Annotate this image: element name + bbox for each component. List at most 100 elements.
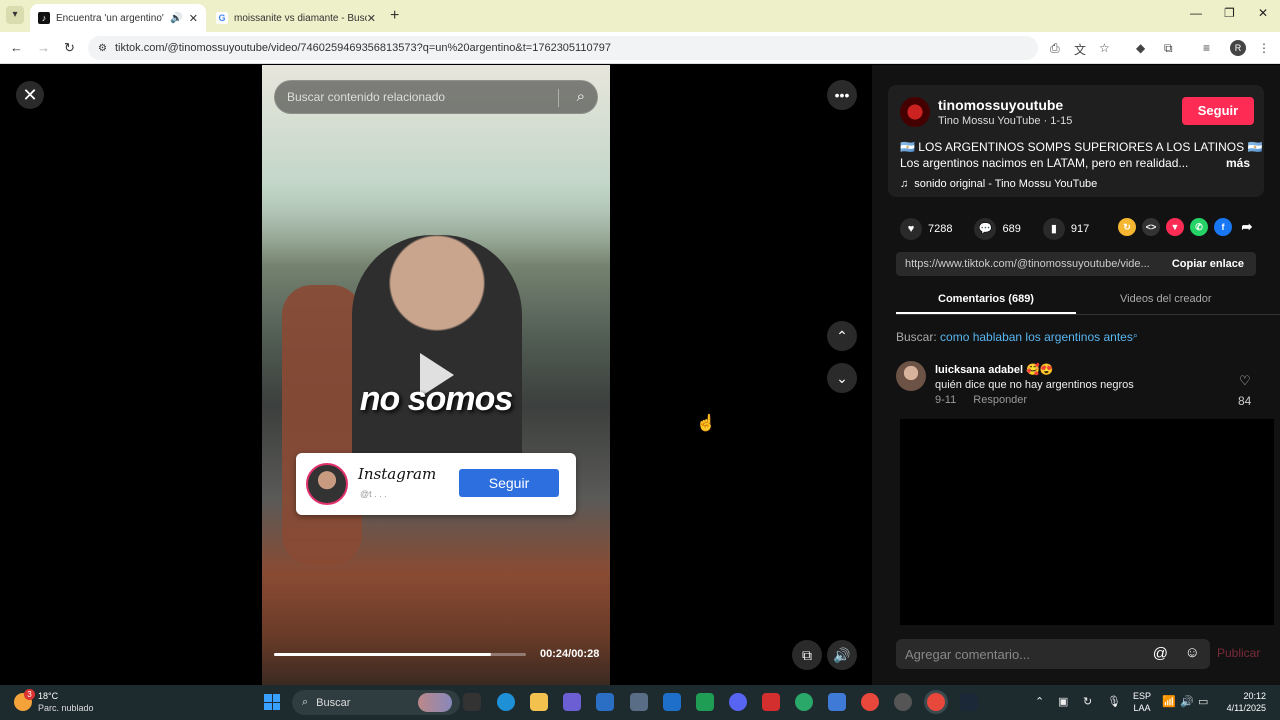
- reload-icon[interactable]: ↻: [64, 40, 75, 56]
- search-suggestion[interactable]: Buscar: como hablaban los argentinos ant…: [896, 330, 1138, 344]
- wifi-icon[interactable]: 📶: [1162, 695, 1176, 708]
- comment-text: quién dice que no hay argentinos negros: [935, 379, 1134, 391]
- comment-heart-icon[interactable]: ♡: [1239, 373, 1251, 389]
- taskbar-search[interactable]: ⌕ Buscar: [292, 690, 460, 715]
- chrome-icon[interactable]: [861, 693, 879, 711]
- search-term[interactable]: como hablaban los argentinos antes: [940, 330, 1133, 344]
- tab-comments[interactable]: Comentarios (689): [938, 293, 1034, 305]
- mention-icon[interactable]: @: [1153, 645, 1168, 662]
- video-player[interactable]: Buscar contenido relacionado ⌕ no somos …: [262, 65, 610, 685]
- close-video-button[interactable]: ✕: [16, 81, 44, 109]
- maximize-icon[interactable]: ❐: [1224, 6, 1235, 20]
- store-icon[interactable]: [596, 693, 614, 711]
- minimize-icon[interactable]: —: [1190, 6, 1202, 20]
- previous-video-icon[interactable]: ⌃: [827, 321, 857, 351]
- language-indicator[interactable]: ESP LAA: [1133, 690, 1151, 714]
- more-options-icon[interactable]: •••: [827, 80, 857, 110]
- system-clock[interactable]: 20:12 4/11/2025: [1206, 690, 1266, 714]
- creator-name[interactable]: tinomossuyoutube: [938, 97, 1063, 113]
- comment-button[interactable]: 💬 689: [974, 218, 1021, 240]
- pip-icon[interactable]: ⧉: [792, 640, 822, 670]
- search-highlight-icon: [418, 693, 452, 712]
- tray-sync-icon[interactable]: ↻: [1083, 695, 1092, 708]
- share-link-row: https://www.tiktok.com/@tinomossuyoutube…: [896, 252, 1256, 276]
- sound-link[interactable]: ♫ sonido original - Tino Mossu YouTube: [900, 178, 1097, 190]
- comments-loading-area: [900, 419, 1274, 625]
- forward-icon[interactable]: →: [37, 40, 50, 55]
- send-icon[interactable]: ▼: [1166, 218, 1184, 236]
- translate-icon[interactable]: 文: [1074, 41, 1086, 58]
- profile-avatar[interactable]: R: [1230, 40, 1246, 56]
- extensions-puzzle-icon[interactable]: ⧉: [1164, 41, 1173, 56]
- reply-button[interactable]: Responder: [973, 394, 1027, 406]
- comment-user[interactable]: luicksana adabel 🥰😍: [935, 363, 1054, 376]
- publish-button[interactable]: Publicar: [1217, 646, 1260, 660]
- description-line-2: Los argentinos nacimos en LATAM, pero en…: [900, 156, 1189, 170]
- search-icon[interactable]: ⌕: [577, 88, 585, 105]
- facebook-icon[interactable]: f: [1214, 218, 1232, 236]
- chrome-active-icon[interactable]: [927, 693, 945, 711]
- teams-icon[interactable]: [563, 693, 581, 711]
- site-settings-icon[interactable]: ⚙: [98, 43, 107, 54]
- media-icon[interactable]: ≡: [1203, 41, 1210, 55]
- steam-icon[interactable]: [960, 693, 978, 711]
- whatsapp-icon[interactable]: ✆: [1190, 218, 1208, 236]
- comment-tabs: Comentarios (689) Videos del creador: [896, 287, 1280, 315]
- tab-google[interactable]: G moissanite vs diamante - Busca ✕: [208, 4, 384, 32]
- tab-tiktok[interactable]: ♪ Encuentra 'un argentino' en 🔊 ✕: [30, 4, 206, 32]
- edge-icon[interactable]: [497, 693, 515, 711]
- app-green-icon[interactable]: [795, 693, 813, 711]
- share-link[interactable]: https://www.tiktok.com/@tinomossuyoutube…: [896, 258, 1160, 270]
- volume-tray-icon[interactable]: 🔊: [1180, 695, 1194, 708]
- chrome-dev-icon[interactable]: [894, 693, 912, 711]
- share-arrow-icon[interactable]: ➦: [1238, 218, 1256, 236]
- address-bar: ← → ↻ ⚙ tiktok.com/@tinomossuyoutube/vid…: [0, 32, 1280, 64]
- next-video-icon[interactable]: ⌄: [827, 363, 857, 393]
- follow-button[interactable]: Seguir: [1182, 97, 1254, 125]
- tab-search-icon[interactable]: ▾: [6, 6, 24, 24]
- language-code: ESP: [1133, 691, 1152, 701]
- back-icon[interactable]: ←: [10, 40, 23, 55]
- tray-chevron-icon[interactable]: ⌃: [1035, 695, 1044, 708]
- app-cube-icon[interactable]: [630, 693, 648, 711]
- weather-widget[interactable]: 3 18°C Parc. nublado: [14, 689, 124, 715]
- menu-icon[interactable]: ⋮: [1258, 41, 1270, 55]
- bookmark-star-icon[interactable]: ☆: [1099, 41, 1110, 55]
- more-button[interactable]: más: [1226, 156, 1250, 170]
- close-tab-icon[interactable]: ✕: [189, 12, 198, 25]
- volume-icon[interactable]: 🔊: [827, 640, 857, 670]
- save-count: 917: [1070, 223, 1090, 235]
- notepad-icon[interactable]: [828, 693, 846, 711]
- avatar[interactable]: [896, 361, 926, 391]
- new-tab-button[interactable]: +: [390, 7, 399, 25]
- close-tab-icon[interactable]: ✕: [367, 12, 376, 25]
- extension-icon[interactable]: ◆: [1136, 41, 1145, 55]
- install-icon[interactable]: ⎙: [1050, 41, 1060, 56]
- avatar[interactable]: [900, 97, 930, 127]
- search-divider: [558, 89, 559, 107]
- emoji-icon[interactable]: ☺: [1185, 644, 1200, 661]
- url-field[interactable]: ⚙ tiktok.com/@tinomossuyoutube/video/746…: [88, 36, 1038, 60]
- app-red-icon[interactable]: [762, 693, 780, 711]
- embed-icon[interactable]: <>: [1142, 218, 1160, 236]
- windows-start-icon[interactable]: [264, 694, 280, 710]
- copy-link-button[interactable]: Copiar enlace: [1160, 258, 1256, 270]
- video-progress-bar[interactable]: [274, 653, 526, 656]
- vscode-icon[interactable]: [663, 693, 681, 711]
- comment-input[interactable]: Agregar comentario... @ ☺: [896, 639, 1210, 669]
- discord-icon[interactable]: [729, 693, 747, 711]
- like-button[interactable]: ♥ 7288: [900, 218, 952, 240]
- tab-creator-videos[interactable]: Videos del creador: [1120, 293, 1212, 305]
- file-explorer-icon[interactable]: [530, 693, 548, 711]
- list-item: luicksana adabel 🥰😍 quién dice que no ha…: [896, 361, 1256, 411]
- microphone-icon[interactable]: 🎙: [1107, 695, 1121, 708]
- tray-app-icon[interactable]: ▣: [1058, 695, 1068, 708]
- progress-fill: [274, 653, 491, 656]
- speaker-icon[interactable]: 🔊: [170, 13, 182, 24]
- related-search-input[interactable]: Buscar contenido relacionado ⌕: [274, 80, 598, 114]
- save-button[interactable]: ▮ 917: [1042, 218, 1090, 240]
- window-close-icon[interactable]: ✕: [1258, 6, 1268, 20]
- repost-icon[interactable]: ↻: [1118, 218, 1136, 236]
- task-view-icon[interactable]: [463, 693, 481, 711]
- xbox-icon[interactable]: [696, 693, 714, 711]
